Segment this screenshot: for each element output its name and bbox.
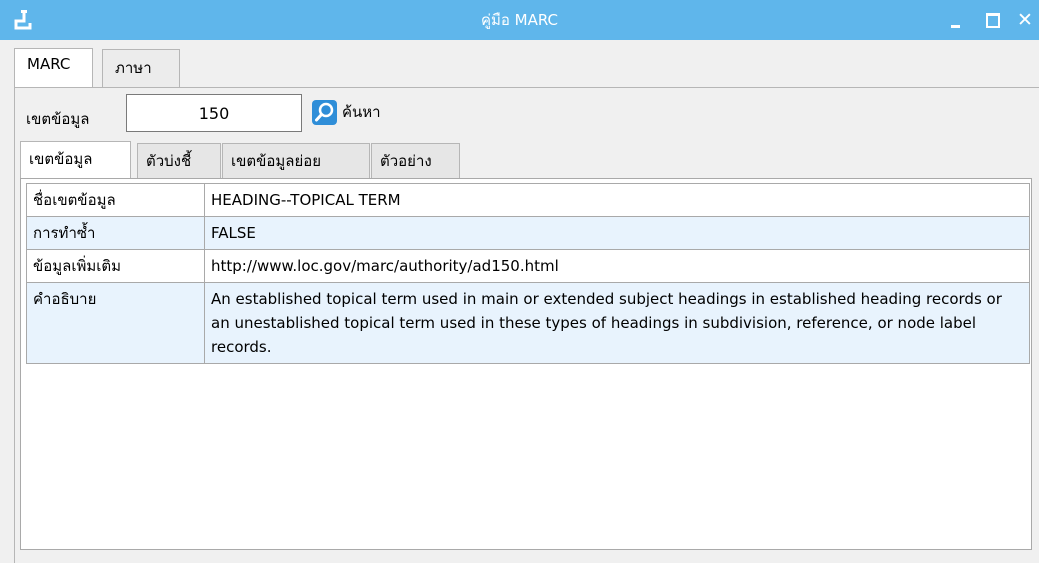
field-properties-table: ชื่อเขตข้อมูล HEADING--TOPICAL TERM การท… xyxy=(26,183,1030,364)
row-value: http://www.loc.gov/marc/authority/ad150.… xyxy=(204,249,1030,283)
row-key: คำอธิบาย xyxy=(26,282,205,364)
row-key: ข้อมูลเพิ่มเติม xyxy=(26,249,205,283)
field-label: เขตข้อมูล xyxy=(26,110,90,128)
search-label: ค้นหา xyxy=(342,103,381,121)
row-value: FALSE xyxy=(204,216,1030,250)
tab-language[interactable]: ภาษา xyxy=(102,49,180,87)
tab-indicators[interactable]: ตัวบ่งชี้ xyxy=(137,143,221,178)
row-value: An established topical term used in main… xyxy=(204,282,1030,364)
tab-marc[interactable]: MARC xyxy=(14,48,93,87)
window-title: คู่มือ MARC xyxy=(480,11,559,29)
title-bar[interactable]: คู่มือ MARC ✕ xyxy=(0,0,1039,40)
tab-field[interactable]: เขตข้อมูล xyxy=(20,141,131,178)
marc-manual-window: คู่มือ MARC ✕ MARC ภาษา เขตข้อมูล ค้นหา … xyxy=(0,0,1039,563)
search-icon xyxy=(312,99,337,125)
row-key: การทำซ้ำ xyxy=(26,216,205,250)
close-button[interactable]: ✕ xyxy=(1010,0,1039,40)
table-row[interactable]: การทำซ้ำ FALSE xyxy=(26,216,1030,250)
table-row[interactable]: คำอธิบาย An established topical term use… xyxy=(26,282,1030,364)
table-row[interactable]: ข้อมูลเพิ่มเติม http://www.loc.gov/marc/… xyxy=(26,249,1030,283)
maximize-button[interactable] xyxy=(973,0,1013,40)
row-value: HEADING--TOPICAL TERM xyxy=(204,183,1030,217)
tab-subfields[interactable]: เขตข้อมูลย่อย xyxy=(222,143,370,178)
field-tag-input[interactable] xyxy=(126,94,302,132)
minimize-button[interactable] xyxy=(935,0,975,40)
search-button[interactable]: ค้นหา xyxy=(312,97,381,127)
table-row[interactable]: ชื่อเขตข้อมูล HEADING--TOPICAL TERM xyxy=(26,183,1030,217)
tab-examples[interactable]: ตัวอย่าง xyxy=(371,143,460,178)
row-key: ชื่อเขตข้อมูล xyxy=(26,183,205,217)
